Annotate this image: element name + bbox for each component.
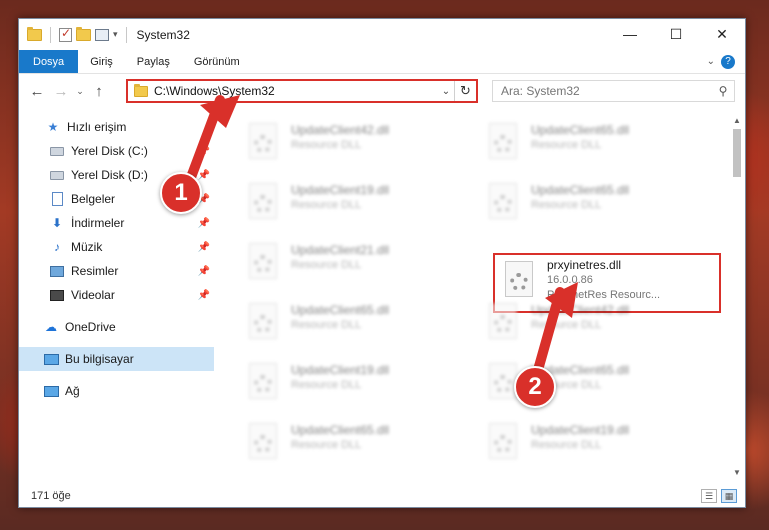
disk-icon bbox=[50, 170, 64, 180]
file-item[interactable]: UpdateClient65.dll Resource DLL bbox=[473, 119, 703, 173]
file-item[interactable]: UpdateClient42.dll Resource DLL bbox=[473, 299, 703, 353]
tiles-view-icon[interactable]: ▦ bbox=[721, 489, 737, 503]
refresh-button[interactable]: ↻ bbox=[454, 81, 476, 101]
title-bar: ▾ System32 — ☐ ✕ bbox=[19, 19, 745, 50]
window-controls: — ☐ ✕ bbox=[607, 19, 745, 49]
star-icon: ★ bbox=[47, 120, 59, 134]
step-1-badge: 1 bbox=[160, 172, 202, 214]
dll-file-icon bbox=[485, 423, 521, 467]
document-icon bbox=[51, 192, 63, 206]
properties-check-icon[interactable] bbox=[59, 26, 72, 42]
sidebar-item-this-pc[interactable]: Bu bilgisayar bbox=[19, 347, 214, 371]
file-item[interactable]: UpdateClient19.dll Resource DLL bbox=[233, 359, 463, 413]
close-button[interactable]: ✕ bbox=[699, 19, 745, 49]
scroll-up-icon[interactable]: ▲ bbox=[731, 115, 743, 127]
pin-icon[interactable]: 📌 bbox=[198, 218, 210, 229]
search-icon[interactable]: ⚲ bbox=[712, 84, 734, 98]
new-folder-icon[interactable] bbox=[76, 26, 91, 41]
tab-giris[interactable]: Giriş bbox=[78, 50, 125, 73]
sidebar-item-pictures[interactable]: Resimler 📌 bbox=[19, 259, 214, 283]
search-input[interactable] bbox=[501, 84, 712, 98]
address-dropdown-icon[interactable]: ⌄ bbox=[438, 86, 454, 97]
scrollbar-thumb[interactable] bbox=[733, 129, 741, 177]
tab-dosya[interactable]: Dosya bbox=[19, 50, 79, 73]
help-icon[interactable]: ? bbox=[721, 54, 735, 69]
recent-locations-button[interactable]: ⌄ bbox=[73, 79, 87, 103]
maximize-button[interactable]: ☐ bbox=[653, 19, 699, 49]
sidebar-item-quick-access[interactable]: ★ Hızlı erişim bbox=[19, 115, 214, 139]
search-box[interactable]: ⚲ bbox=[492, 80, 735, 102]
dll-file-icon bbox=[245, 363, 281, 407]
file-item[interactable]: UpdateClient19.dll Resource DLL bbox=[233, 179, 463, 233]
sidebar-item-music[interactable]: ♪ Müzik 📌 bbox=[19, 235, 214, 259]
tab-gorunum[interactable]: Görünüm bbox=[182, 50, 252, 73]
ribbon-tabs: Dosya Giriş Paylaş Görünüm ⌄ ? bbox=[19, 50, 745, 74]
view-options-icon[interactable] bbox=[95, 28, 109, 41]
pin-icon[interactable]: 📌 bbox=[198, 242, 210, 253]
window-title: System32 bbox=[136, 27, 190, 42]
file-item[interactable]: UpdateClient42.dll Resource DLL bbox=[233, 119, 463, 173]
file-item[interactable]: UpdateClient65.dll Resource DLL bbox=[473, 359, 703, 413]
navigation-pane: ★ Hızlı erişim Yerel Disk (C:) 📌 Yerel D… bbox=[19, 115, 214, 469]
dll-file-icon bbox=[245, 303, 281, 347]
file-list: UpdateClient42.dll Resource DLL UpdateCli… bbox=[225, 115, 731, 479]
minimize-button[interactable]: — bbox=[607, 19, 653, 49]
file-item[interactable]: UpdateClient65.dll Resource DLL bbox=[233, 419, 463, 473]
file-item[interactable]: UpdateClient21.dll Resource DLL bbox=[233, 239, 463, 293]
qa-dropdown-icon[interactable]: ▾ bbox=[113, 29, 118, 40]
music-icon: ♪ bbox=[54, 240, 60, 254]
up-button[interactable]: ↑ bbox=[87, 79, 111, 103]
videos-icon bbox=[50, 289, 64, 301]
file-item[interactable]: UpdateClient65.dll Resource DLL bbox=[473, 179, 703, 233]
computer-icon bbox=[43, 353, 59, 365]
disk-icon bbox=[50, 146, 64, 156]
dll-file-icon bbox=[485, 183, 521, 227]
quick-access-toolbar: ▾ bbox=[19, 26, 131, 43]
pin-icon[interactable]: 📌 bbox=[198, 266, 210, 277]
step-2-badge: 2 bbox=[514, 366, 556, 408]
tab-paylas[interactable]: Paylaş bbox=[125, 50, 182, 73]
download-icon: ⬇ bbox=[51, 216, 63, 230]
file-item[interactable]: UpdateClient19.dll Resource DLL bbox=[473, 419, 703, 473]
forward-button[interactable]: → bbox=[49, 79, 73, 103]
pin-icon[interactable]: 📌 bbox=[198, 290, 210, 301]
dll-file-icon bbox=[245, 243, 281, 287]
cloud-icon: ☁ bbox=[45, 320, 57, 334]
sidebar-item-local-disk-c[interactable]: Yerel Disk (C:) 📌 bbox=[19, 139, 214, 163]
back-button[interactable]: ← bbox=[25, 79, 49, 103]
dll-file-icon bbox=[245, 183, 281, 227]
pin-icon[interactable]: 📌 bbox=[198, 146, 210, 157]
expand-ribbon-icon[interactable]: ⌄ bbox=[707, 56, 715, 67]
dll-file-icon bbox=[485, 303, 521, 347]
sidebar-item-videos[interactable]: Videolar 📌 bbox=[19, 283, 214, 307]
address-path[interactable]: C:\Windows\System32 bbox=[154, 84, 438, 98]
dll-file-icon bbox=[245, 123, 281, 167]
pin-icon[interactable]: 📌 bbox=[198, 170, 210, 181]
scroll-down-icon[interactable]: ▼ bbox=[731, 467, 743, 479]
pictures-icon bbox=[50, 265, 64, 277]
dll-file-icon bbox=[245, 423, 281, 467]
item-count: 171 öğe bbox=[31, 490, 71, 502]
folder-icon bbox=[134, 83, 148, 97]
folder-icon bbox=[27, 26, 42, 41]
navigation-bar: ← → ⌄ ↑ C:\Windows\System32 ⌄ ↻ ⚲ bbox=[19, 75, 745, 107]
vertical-scrollbar[interactable]: ▲ ▼ bbox=[731, 115, 743, 479]
explorer-window: ▾ System32 — ☐ ✕ Dosya Giriş Paylaş Görü… bbox=[18, 18, 746, 508]
sidebar-item-network[interactable]: Ağ bbox=[19, 379, 214, 403]
dll-file-icon bbox=[485, 123, 521, 167]
sidebar-item-onedrive[interactable]: ☁ OneDrive bbox=[19, 315, 214, 339]
status-bar: 171 öğe ☰ ▦ bbox=[19, 485, 745, 507]
network-icon bbox=[43, 385, 59, 397]
file-item[interactable]: UpdateClient65.dll Resource DLL bbox=[233, 299, 463, 353]
address-bar[interactable]: C:\Windows\System32 ⌄ ↻ bbox=[126, 79, 478, 103]
sidebar-item-downloads[interactable]: ⬇ İndirmeler 📌 bbox=[19, 211, 214, 235]
details-view-icon[interactable]: ☰ bbox=[701, 489, 717, 503]
